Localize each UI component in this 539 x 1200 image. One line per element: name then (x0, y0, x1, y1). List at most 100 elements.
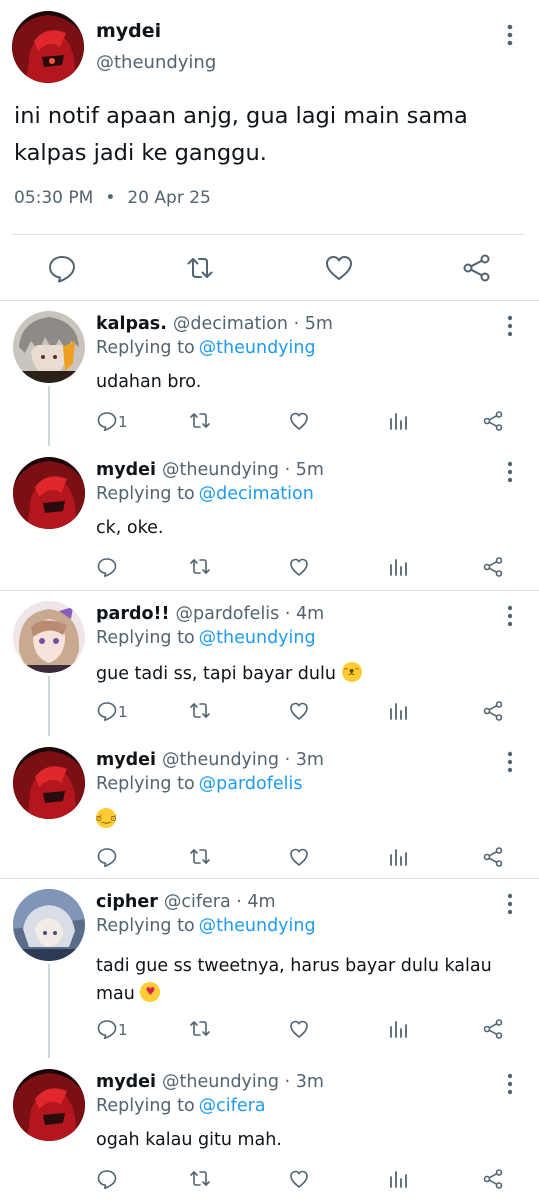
retweet-icon[interactable] (184, 252, 216, 284)
heart-icon[interactable] (288, 556, 310, 582)
replying-label: Replying to (96, 628, 195, 648)
heart-icon[interactable] (323, 252, 355, 284)
replying-to: Replying to @theundying (96, 338, 316, 358)
replying-to-link[interactable]: @pardofelis (199, 774, 303, 794)
author-name[interactable]: mydei (96, 460, 156, 480)
reply-text: udahan bro. (96, 372, 202, 392)
avatar[interactable] (13, 601, 85, 673)
avatar-image (13, 1069, 85, 1141)
author-handle[interactable]: @decimation (173, 314, 288, 334)
replying-to: Replying to @decimation (96, 484, 314, 504)
reply-action-bar (90, 556, 520, 582)
comment-bubble-icon[interactable] (46, 252, 78, 284)
share-icon[interactable] (461, 252, 493, 284)
replying-to-link[interactable]: @theundying (199, 338, 316, 358)
replying-to-link[interactable]: @cifera (199, 1096, 266, 1116)
replying-to-link[interactable]: @decimation (199, 484, 314, 504)
avatar[interactable] (13, 889, 85, 961)
smirk-cat-emoji: ᵔᴥᵔ (341, 662, 362, 682)
share-icon[interactable] (482, 556, 504, 582)
author-name[interactable]: kalpas. (96, 314, 167, 334)
share-icon[interactable] (482, 700, 504, 726)
reply-action-bar (90, 846, 520, 872)
author-name[interactable]: mydei (96, 1072, 156, 1092)
comment-bubble-icon (97, 1020, 117, 1039)
more-vertical-icon[interactable] (500, 604, 520, 628)
retweet-icon[interactable] (188, 846, 212, 872)
bar-chart-icon[interactable] (387, 410, 409, 436)
share-icon[interactable] (482, 846, 504, 872)
share-icon[interactable] (482, 1018, 504, 1044)
more-vertical-icon[interactable] (500, 750, 520, 774)
reply-time: · 4m (236, 892, 276, 912)
author-name[interactable]: mydei (96, 750, 156, 770)
heart-icon[interactable] (288, 846, 310, 872)
bar-chart-icon[interactable] (387, 1168, 409, 1194)
reply-action-bar: 1 (90, 700, 520, 726)
author-handle[interactable]: @cifera (164, 892, 231, 912)
more-vertical-icon[interactable] (500, 892, 520, 916)
bar-chart-icon[interactable] (387, 700, 409, 726)
avatar-image (13, 601, 85, 673)
reply-thread: kalpas. @decimation · 5m Replying to @theu… (0, 300, 539, 590)
replying-to-link[interactable]: @theundying (199, 916, 316, 936)
heart-icon[interactable] (288, 410, 310, 436)
tweet-timestamp: 05:30 PM • 20 Apr 25 (14, 188, 211, 208)
author-handle[interactable]: @theundying (162, 750, 279, 770)
replying-label: Replying to (96, 338, 195, 358)
bar-chart-icon[interactable] (387, 846, 409, 872)
author-name[interactable]: cipher (96, 892, 158, 912)
reply-tweet[interactable]: kalpas. @decimation · 5m Replying to @theu… (0, 300, 539, 440)
heart-icon[interactable] (288, 700, 310, 726)
reply-button[interactable]: 1 (96, 1018, 146, 1044)
author-handle[interactable]: @theundying (162, 460, 279, 480)
avatar-image (13, 311, 85, 383)
retweet-icon[interactable] (188, 1018, 212, 1044)
avatar-image (13, 889, 85, 961)
retweet-icon[interactable] (188, 410, 212, 436)
tweet-time: 05:30 PM (14, 188, 94, 208)
avatar-image (13, 747, 85, 819)
more-vertical-icon[interactable] (500, 314, 520, 338)
reply-tweet[interactable]: pardo!! @pardofelis · 4m Replying to @theu… (0, 590, 539, 730)
reply-tweet[interactable]: mydei @theundying · 5m Replying to @decima… (0, 446, 539, 586)
bar-chart-icon[interactable] (387, 556, 409, 582)
retweet-icon[interactable] (188, 556, 212, 582)
reply-button[interactable]: 1 (96, 700, 146, 726)
avatar[interactable] (13, 1069, 85, 1141)
share-icon[interactable] (482, 1168, 504, 1194)
avatar[interactable] (13, 457, 85, 529)
replying-label: Replying to (96, 1096, 195, 1116)
share-icon[interactable] (482, 410, 504, 436)
avatar[interactable] (13, 747, 85, 819)
reply-action-bar (90, 1168, 520, 1194)
heart-icon[interactable] (288, 1168, 310, 1194)
retweet-icon[interactable] (188, 700, 212, 726)
reply-count: 1 (118, 703, 128, 721)
heart-icon[interactable] (288, 1018, 310, 1044)
reply-button[interactable] (96, 1168, 146, 1194)
comment-bubble-icon (97, 848, 117, 867)
avatar[interactable] (12, 11, 84, 83)
more-vertical-icon[interactable] (500, 22, 520, 48)
reply-button[interactable] (96, 556, 146, 582)
replying-to-link[interactable]: @theundying (199, 628, 316, 648)
more-vertical-icon[interactable] (500, 460, 520, 484)
author-name[interactable]: pardo!! (96, 604, 169, 624)
reply-tweet[interactable]: cipher @cifera · 4m Replying to @theundyin… (0, 878, 539, 1053)
retweet-icon[interactable] (188, 1168, 212, 1194)
reply-thread: cipher @cifera · 4m Replying to @theundyin… (0, 878, 539, 1200)
reply-tweet[interactable]: mydei @theundying · 3m Replying to @cifera… (0, 1058, 539, 1198)
comment-bubble-icon (97, 558, 117, 577)
reply-button[interactable] (96, 846, 146, 872)
author-name[interactable]: mydei (96, 20, 161, 42)
bar-chart-icon[interactable] (387, 1018, 409, 1044)
reply-tweet[interactable]: mydei @theundying · 3m Replying to @pardof… (0, 736, 539, 876)
avatar[interactable] (13, 311, 85, 383)
reply-text: ಠ‿ಠ (96, 808, 116, 830)
author-handle[interactable]: @pardofelis (175, 604, 279, 624)
more-vertical-icon[interactable] (500, 1072, 520, 1096)
author-handle[interactable]: @theundying (96, 52, 216, 73)
reply-button[interactable]: 1 (96, 410, 146, 436)
author-handle[interactable]: @theundying (162, 1072, 279, 1092)
